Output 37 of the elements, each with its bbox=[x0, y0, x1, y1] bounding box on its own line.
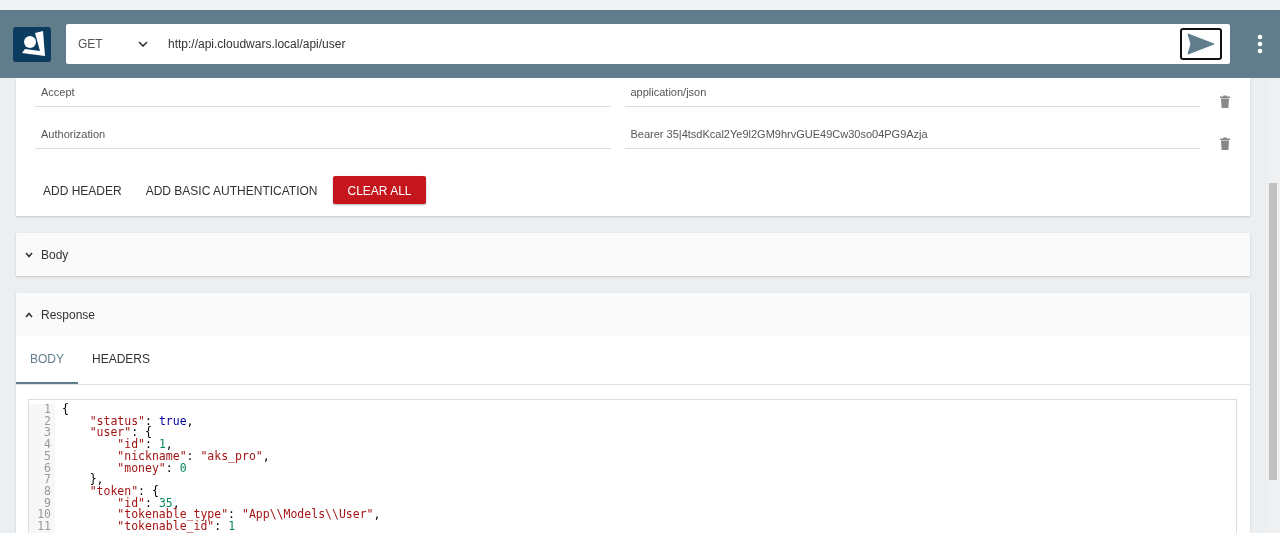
more-menu-icon[interactable] bbox=[1257, 34, 1263, 54]
code-line: "tokenable_id": 1 bbox=[116, 521, 236, 533]
clear-all-button[interactable]: CLEAR ALL bbox=[333, 176, 426, 204]
code-line: { bbox=[61, 404, 69, 416]
line-number: 7 bbox=[29, 474, 55, 486]
trash-icon[interactable] bbox=[1220, 94, 1230, 108]
send-button[interactable] bbox=[1180, 28, 1222, 60]
header-value-field[interactable]: Bearer 35|4tsdKcal2Ye9l2GM9hrvGUE49Cw30so04PG9Azja bbox=[624, 122, 1200, 149]
code-line: "token": { bbox=[88, 485, 159, 498]
code-line: }, bbox=[88, 474, 104, 486]
url-field[interactable]: http://api.cloudwars.local/api/user bbox=[168, 37, 1180, 51]
code-line: "tokenable_type": "App\\Models\\User", bbox=[116, 509, 381, 522]
response-tab[interactable]: BODY bbox=[16, 336, 78, 384]
line-number: 10 bbox=[29, 509, 55, 522]
section-header[interactable]: Response bbox=[16, 293, 1250, 336]
code-line: "nickname": "aks_pro", bbox=[116, 450, 270, 463]
line-number: 1 bbox=[29, 404, 55, 416]
header-value-field[interactable]: application/json bbox=[624, 80, 1200, 107]
action-button[interactable]: ADD HEADER bbox=[35, 176, 130, 204]
line-number: 3 bbox=[29, 427, 55, 440]
response-tab[interactable]: HEADERS bbox=[78, 336, 165, 384]
code-line: "money": 0 bbox=[116, 462, 187, 475]
line-number: 11 bbox=[29, 521, 55, 533]
trash-icon[interactable] bbox=[1220, 136, 1230, 150]
code-line: "id": 1, bbox=[116, 439, 173, 451]
action-button[interactable]: ADD BASIC AUTHENTICATION bbox=[137, 176, 326, 204]
line-number: 4 bbox=[29, 439, 55, 451]
method-select[interactable]: GET bbox=[78, 37, 148, 51]
logo-icon bbox=[13, 26, 51, 62]
chevron-down-icon bbox=[138, 41, 148, 47]
header-name-field[interactable]: Accept bbox=[35, 80, 611, 107]
scrollbar-thumb[interactable] bbox=[1269, 183, 1277, 480]
code-editor[interactable]: 1 { 2 "status": true, 3 "user": { 4 "id": 1, 5 "nickname": "aks_pro", 6 "money": 0 7 }, 8 "token": { 9 "id": 35, 10 "tokenable_type": "App\\Models\\User", 11 "tokenable_id": 1 bbox=[28, 399, 1237, 533]
chevron-down-icon bbox=[25, 251, 33, 258]
section-header[interactable]: Body bbox=[16, 233, 1250, 276]
header-name-field[interactable]: Authorization bbox=[35, 122, 611, 149]
chevron-up-icon bbox=[25, 311, 33, 318]
